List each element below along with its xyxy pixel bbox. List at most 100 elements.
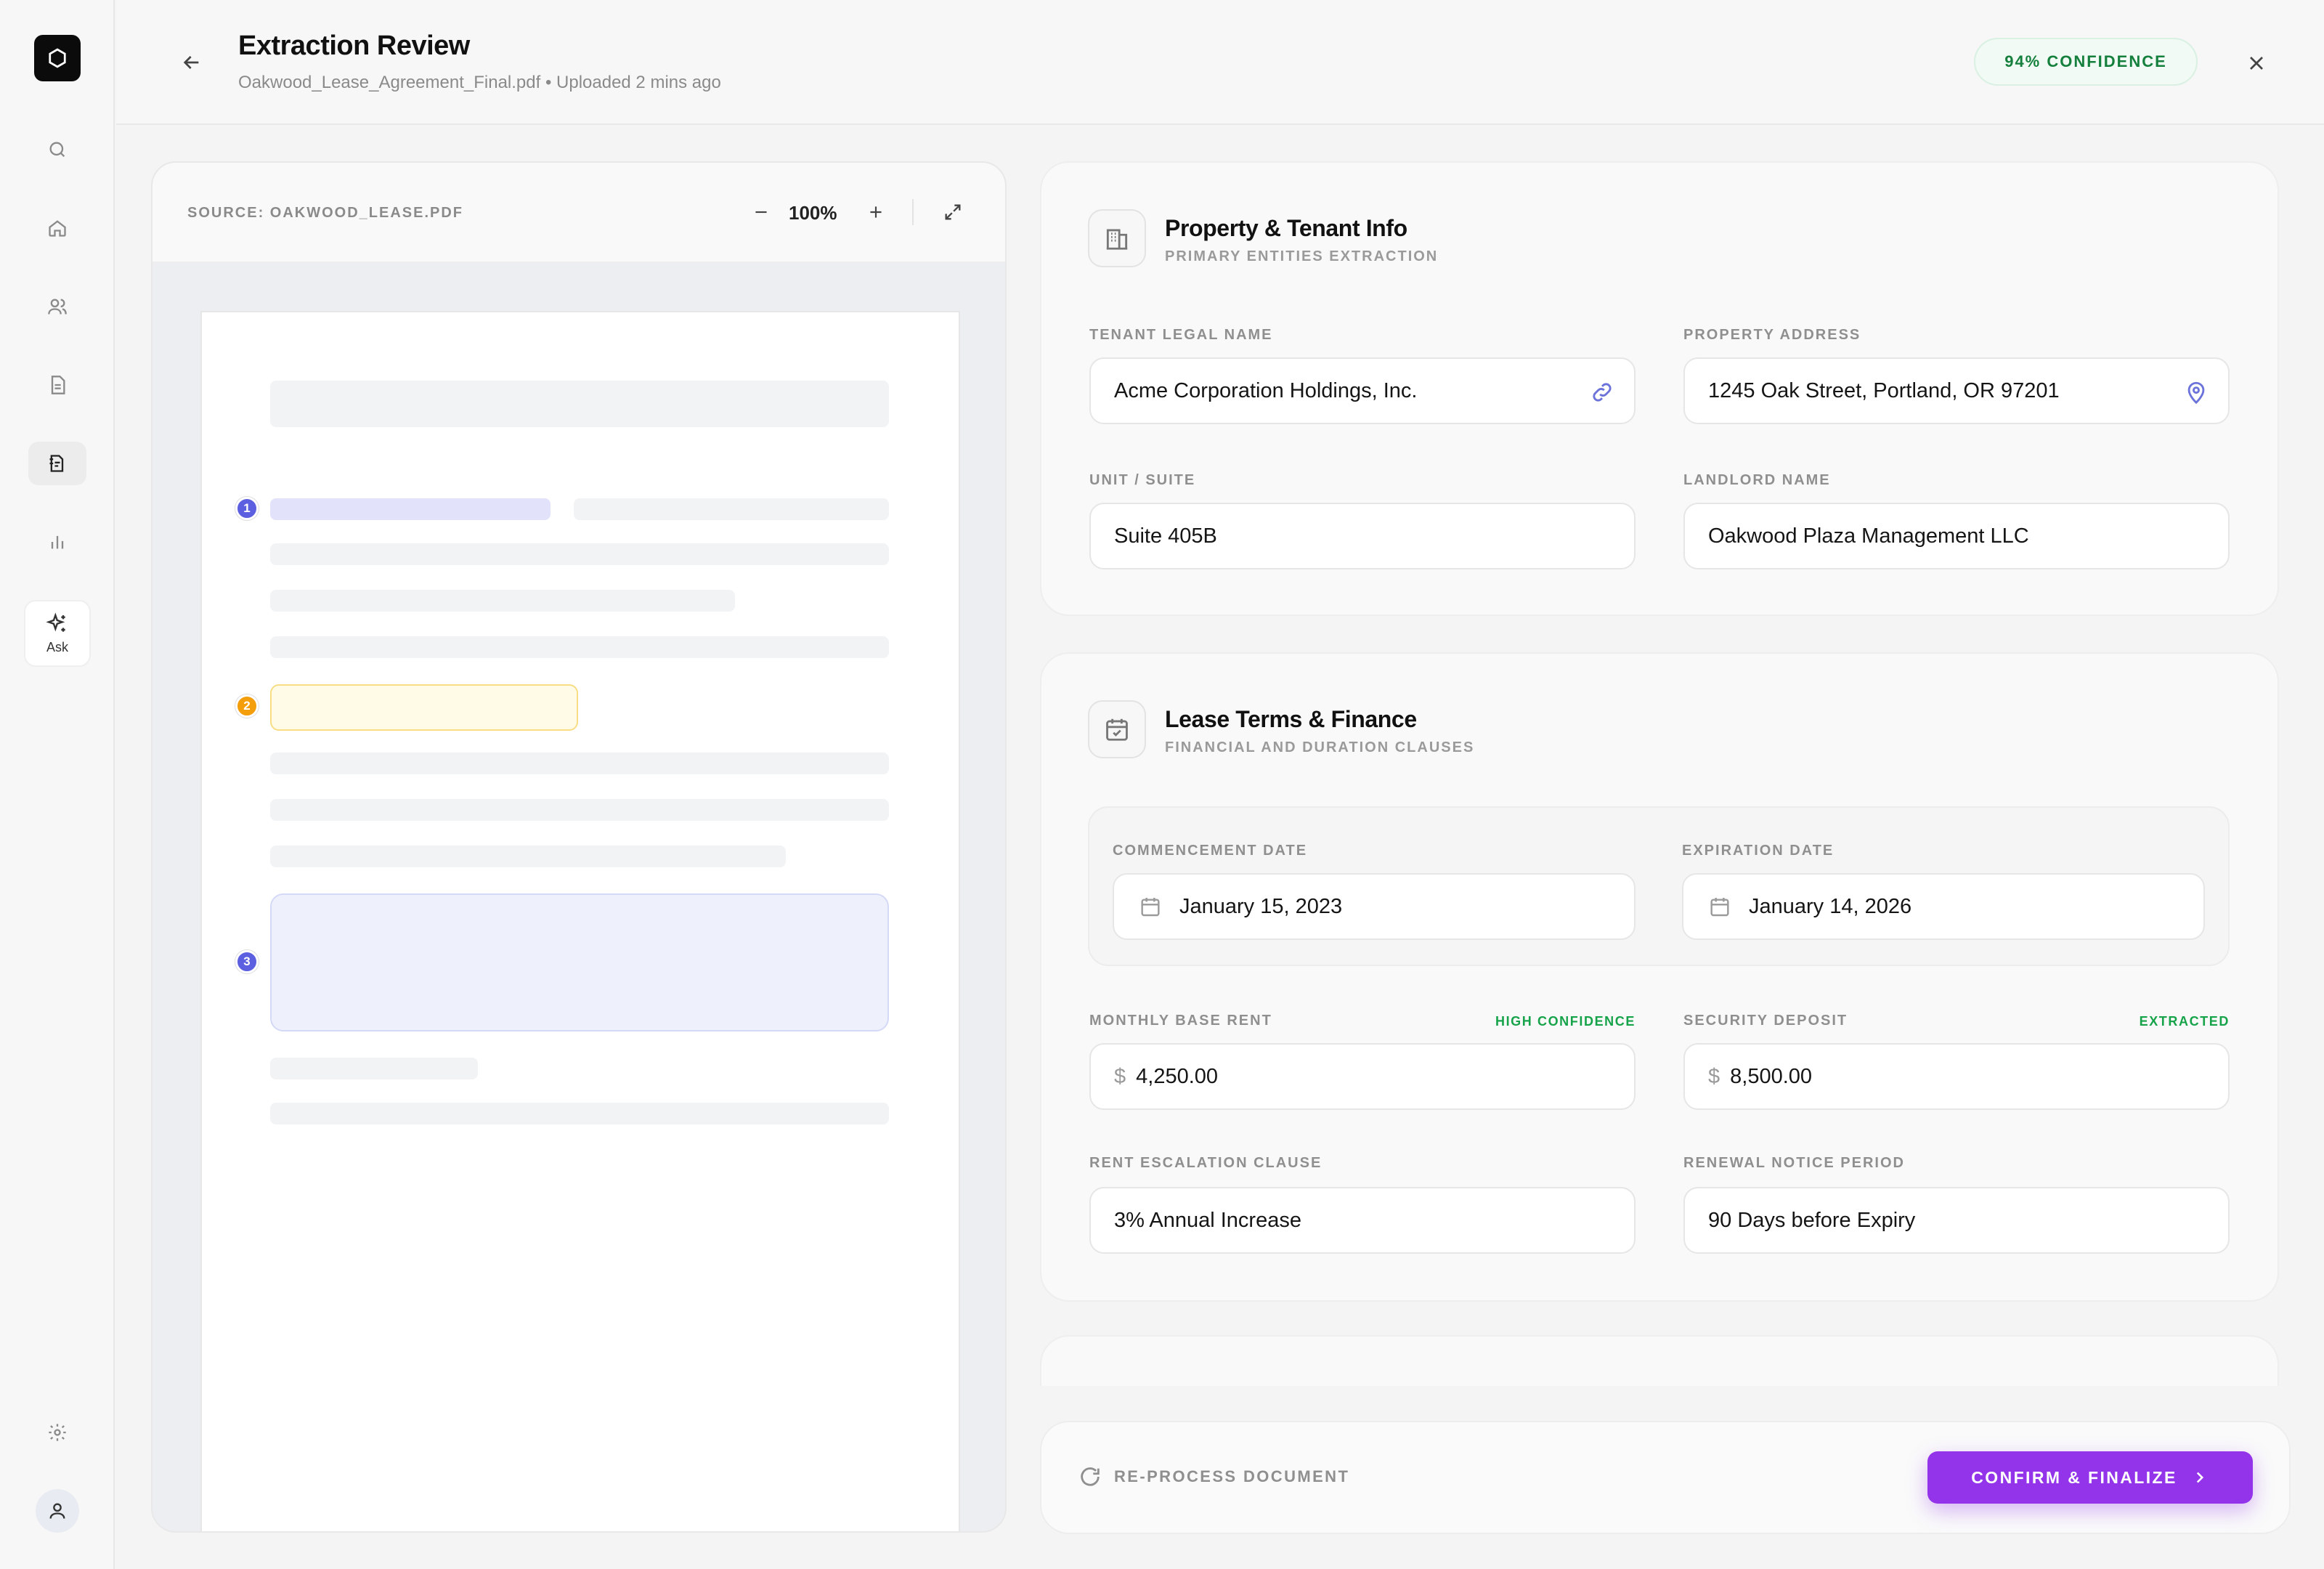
confirm-label: CONFIRM & FINALIZE (1971, 1467, 2177, 1487)
pdf-viewer: SOURCE: OAKWOOD_LEASE.PDF 100% 1 2 3 (151, 161, 1007, 1533)
property-address-label: PROPERTY ADDRESS (1683, 327, 1861, 343)
pdf-source-label: SOURCE: OAKWOOD_LEASE.PDF (187, 205, 464, 221)
chevron-right-icon (2196, 1472, 2203, 1483)
settings-icon (49, 1424, 66, 1441)
nav-ask[interactable]: Ask (24, 600, 91, 667)
arrow-left-icon (183, 56, 199, 69)
expand-button[interactable] (937, 196, 969, 228)
lease-terms-card: Lease Terms & Finance FINANCIAL AND DURA… (1040, 652, 2279, 1302)
refresh-icon (1081, 1467, 1100, 1486)
currency-symbol: $ (1708, 1064, 1720, 1088)
placeholder-line (270, 846, 786, 867)
nav-search[interactable] (28, 128, 86, 171)
pdf-toolbar: SOURCE: OAKWOOD_LEASE.PDF 100% (153, 163, 1005, 263)
pdf-page: 1 2 3 (200, 311, 960, 1531)
expiration-date-field[interactable]: January 14, 2026 (1682, 873, 2205, 940)
document-icon (51, 376, 65, 394)
placeholder-line (574, 498, 889, 520)
reprocess-button[interactable]: RE-PROCESS DOCUMENT (1078, 1464, 1349, 1489)
extracted-badge: EXTRACTED (2139, 1014, 2230, 1029)
page-title: Extraction Review (238, 31, 470, 61)
marker-1[interactable]: 1 (235, 497, 259, 520)
search-icon (49, 142, 65, 158)
placeholder-line (270, 543, 889, 565)
property-address-field[interactable]: 1245 Oak Street, Portland, OR 97201 (1683, 357, 2230, 424)
renewal-notice-field[interactable]: 90 Days before Expiry (1683, 1187, 2230, 1254)
rent-escalation-field[interactable]: 3% Annual Increase (1089, 1187, 1636, 1254)
nav-home[interactable] (28, 206, 86, 250)
zoom-level: 100% (789, 202, 837, 224)
nav-ask-label: Ask (46, 639, 68, 654)
security-deposit-value: 8,500.00 (1730, 1064, 1813, 1088)
nav-analytics[interactable] (28, 520, 86, 564)
chart-icon (51, 535, 64, 549)
highlight-1[interactable] (270, 498, 550, 520)
toolbar-divider (912, 199, 914, 225)
monthly-rent-value: 4,250.00 (1136, 1064, 1219, 1088)
tenant-name-value: Acme Corporation Holdings, Inc. (1114, 378, 1418, 402)
commencement-date-label: COMMENCEMENT DATE (1113, 843, 1308, 859)
date-range-group: COMMENCEMENT DATE January 15, 2023 EXPIR… (1088, 806, 2230, 966)
expand-icon (945, 204, 961, 220)
zoom-out-button[interactable] (745, 196, 777, 228)
card-title: Property & Tenant Info (1165, 215, 1407, 241)
link-icon[interactable] (1589, 379, 1615, 405)
card-icon-box (1088, 209, 1146, 267)
card-icon-box (1088, 700, 1146, 758)
commencement-date-field[interactable]: January 15, 2023 (1113, 873, 1636, 940)
monthly-rent-field[interactable]: $ 4,250.00 (1089, 1043, 1636, 1110)
card-title: Lease Terms & Finance (1165, 706, 1417, 732)
high-confidence-badge: HIGH CONFIDENCE (1495, 1014, 1636, 1029)
back-button[interactable] (174, 46, 209, 78)
file-meta: Oakwood_Lease_Agreement_Final.pdf • Uplo… (238, 73, 721, 92)
building-icon (1106, 229, 1128, 250)
map-pin-icon[interactable] (2183, 379, 2209, 405)
nav-settings[interactable] (28, 1411, 86, 1454)
header: Extraction Review Oakwood_Lease_Agreemen… (116, 0, 2324, 125)
unit-suite-label: UNIT / SUITE (1089, 472, 1196, 488)
calendar-icon (1707, 893, 1733, 920)
renewal-notice-value: 90 Days before Expiry (1708, 1208, 1916, 1232)
marker-2[interactable]: 2 (235, 694, 259, 718)
card-subtitle: PRIMARY ENTITIES EXTRACTION (1165, 248, 1439, 264)
nav-users[interactable] (28, 285, 86, 328)
app-logo[interactable] (34, 35, 81, 81)
placeholder-heading (270, 381, 889, 427)
placeholder-line (270, 636, 889, 658)
commencement-date-value: January 15, 2023 (1179, 894, 1343, 918)
currency-symbol: $ (1114, 1064, 1126, 1088)
marker-3[interactable]: 3 (235, 950, 259, 973)
nav-extraction[interactable] (28, 442, 86, 485)
zoom-in-button[interactable] (860, 196, 892, 228)
rent-escalation-value: 3% Annual Increase (1114, 1208, 1301, 1232)
security-deposit-field[interactable]: $ 8,500.00 (1683, 1043, 2230, 1110)
extraction-icon (49, 455, 64, 472)
next-card-peek (1040, 1335, 2279, 1386)
placeholder-line (270, 1058, 478, 1079)
user-avatar[interactable] (36, 1489, 79, 1533)
nav-documents[interactable] (28, 363, 86, 407)
highlight-2[interactable] (270, 684, 578, 731)
placeholder-line (270, 799, 889, 821)
expiration-date-value: January 14, 2026 (1749, 894, 1912, 918)
action-bar: RE-PROCESS DOCUMENT CONFIRM & FINALIZE (1040, 1421, 2291, 1534)
property-address-value: 1245 Oak Street, Portland, OR 97201 (1708, 378, 2060, 402)
confidence-badge: 94% CONFIDENCE (1974, 38, 2198, 86)
close-icon (2250, 57, 2263, 70)
highlight-3[interactable] (270, 893, 889, 1031)
close-button[interactable] (2238, 45, 2275, 81)
unit-suite-field[interactable]: Suite 405B (1089, 503, 1636, 569)
calendar-icon (1137, 893, 1163, 920)
expiration-date-label: EXPIRATION DATE (1682, 843, 1835, 859)
placeholder-line (270, 590, 735, 612)
user-icon (49, 1503, 65, 1519)
landlord-name-value: Oakwood Plaza Management LLC (1708, 524, 2029, 548)
landlord-name-field[interactable]: Oakwood Plaza Management LLC (1683, 503, 2230, 569)
security-deposit-label: SECURITY DEPOSIT (1683, 1013, 1848, 1029)
placeholder-line (270, 1103, 889, 1124)
sparkle-icon (46, 612, 65, 632)
tenant-name-field[interactable]: Acme Corporation Holdings, Inc. (1089, 357, 1636, 424)
users-icon (48, 299, 67, 315)
renewal-notice-label: RENEWAL NOTICE PERIOD (1683, 1155, 1905, 1171)
confirm-finalize-button[interactable]: CONFIRM & FINALIZE (1927, 1451, 2253, 1504)
